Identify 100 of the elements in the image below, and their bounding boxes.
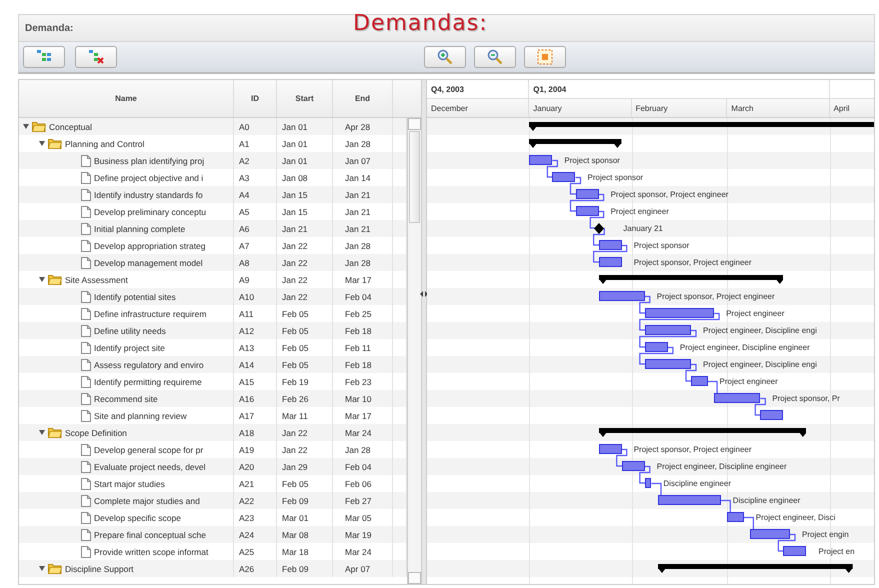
column-header[interactable]: End <box>333 80 393 117</box>
start-date: Jan 01 <box>282 122 308 132</box>
document-icon <box>81 308 91 320</box>
start-date: Jan 22 <box>282 274 308 284</box>
end-date: Feb 18 <box>345 326 372 336</box>
page-title: Demandas: <box>353 11 488 36</box>
end-date: Mar 24 <box>345 428 372 438</box>
task-id: A7 <box>239 240 250 250</box>
start-date: Feb 05 <box>282 478 308 488</box>
summary-bar[interactable] <box>658 564 853 573</box>
task-name: Define project objective and i <box>93 172 204 182</box>
vertical-scrollbar[interactable] <box>407 118 421 584</box>
task-id: A6 <box>239 224 250 234</box>
end-date: Feb 11 <box>345 342 371 352</box>
summary-bar[interactable] <box>598 275 784 284</box>
start-date: Jan 15 <box>282 206 308 216</box>
month-label: December <box>431 104 468 112</box>
document-icon <box>81 460 91 472</box>
end-date: Mar 24 <box>345 546 372 556</box>
task-id: A23 <box>239 512 254 522</box>
document-icon <box>81 290 91 302</box>
task-name: Planning and Control <box>64 138 144 148</box>
start-date: Jan 22 <box>282 428 308 438</box>
task-name: Identify industry standards fo <box>93 190 203 200</box>
task-name: Develop preliminary conceptu <box>93 206 206 216</box>
bar-label: Project sponsor <box>588 172 644 184</box>
folder-icon <box>48 427 62 438</box>
column-header[interactable]: ID <box>234 80 277 117</box>
milestone-diamond[interactable] <box>594 223 604 234</box>
bar-label: January 21 <box>623 223 663 235</box>
summary-bar[interactable] <box>598 428 806 437</box>
task-name: Identify potential sites <box>93 292 176 302</box>
start-date: Jan 08 <box>282 172 308 182</box>
folder-icon <box>32 121 46 132</box>
collapse-all-button[interactable] <box>75 46 117 68</box>
task-bar[interactable] <box>529 155 552 165</box>
fit-button[interactable] <box>524 46 566 68</box>
task-bar[interactable] <box>760 410 784 420</box>
task-bar[interactable] <box>598 444 622 454</box>
bar-label: Project sponsor, Project engineer <box>610 189 728 201</box>
start-date: Mar 11 <box>282 410 308 420</box>
month-label: April <box>834 104 850 112</box>
task-id: A1 <box>239 138 250 148</box>
document-icon <box>81 376 91 388</box>
task-id: A24 <box>239 530 254 540</box>
quarter-label: Q4, 2003 <box>431 84 464 94</box>
task-id: A21 <box>239 478 254 488</box>
task-name: Provide written scope informat <box>93 546 208 556</box>
expand-all-button[interactable] <box>23 46 65 68</box>
end-date: Jan 21 <box>345 206 371 216</box>
end-date: Mar 17 <box>345 274 372 284</box>
document-icon <box>81 392 91 404</box>
task-bar[interactable] <box>783 546 806 556</box>
bar-label: Project engineer <box>610 206 669 218</box>
task-id: A13 <box>239 342 254 352</box>
document-icon <box>81 222 91 234</box>
task-id: A17 <box>239 410 254 420</box>
start-date: Jan 29 <box>282 462 308 472</box>
end-date: Feb 04 <box>345 292 372 302</box>
task-name: Assess regulatory and enviro <box>93 360 204 370</box>
start-date: Jan 22 <box>282 258 308 268</box>
task-name: Start major studies <box>93 478 165 488</box>
task-bar[interactable] <box>552 172 576 182</box>
fit-icon <box>537 49 553 65</box>
summary-bar[interactable] <box>529 122 874 131</box>
task-id: A26 <box>239 564 254 574</box>
end-date: Jan 07 <box>345 156 371 166</box>
task-id: A4 <box>239 190 250 200</box>
bar-label: Project engineer, Discipline engi <box>703 325 817 337</box>
task-name: Scope Definition <box>64 428 127 438</box>
start-date: Feb 19 <box>282 376 308 386</box>
task-id: A15 <box>239 376 254 386</box>
start-date: Mar 08 <box>282 530 308 540</box>
end-date: Mar 10 <box>345 394 372 404</box>
end-date: Mar 17 <box>345 410 372 420</box>
bar-label: Project sponsor, Project engineer <box>634 257 752 269</box>
task-id: A22 <box>239 496 254 506</box>
column-header[interactable]: Name <box>19 80 234 117</box>
task-bar[interactable] <box>644 478 652 488</box>
folder-icon <box>48 563 62 574</box>
zoom-out-button[interactable] <box>474 46 516 68</box>
task-name: Develop specific scope <box>93 512 181 522</box>
task-id: A0 <box>239 122 250 132</box>
task-name: Site Assessment <box>64 274 128 284</box>
end-date: Jan 28 <box>345 138 371 148</box>
zoom-in-button[interactable] <box>424 46 466 68</box>
document-icon <box>81 154 91 166</box>
document-icon <box>81 240 91 252</box>
start-date: Jan 22 <box>282 240 308 250</box>
folder-icon <box>48 138 62 149</box>
document-icon <box>81 494 91 506</box>
bar-label: Discipline engineer <box>732 495 800 507</box>
bar-label: Project en <box>818 546 855 558</box>
start-date: Feb 05 <box>282 326 308 336</box>
task-name: Site and planning review <box>93 410 187 420</box>
summary-bar[interactable] <box>529 139 622 148</box>
column-header[interactable]: Start <box>277 80 333 117</box>
splitter-handle-icon[interactable] <box>420 290 428 298</box>
task-id: A12 <box>239 326 254 336</box>
task-id: A9 <box>239 274 250 284</box>
